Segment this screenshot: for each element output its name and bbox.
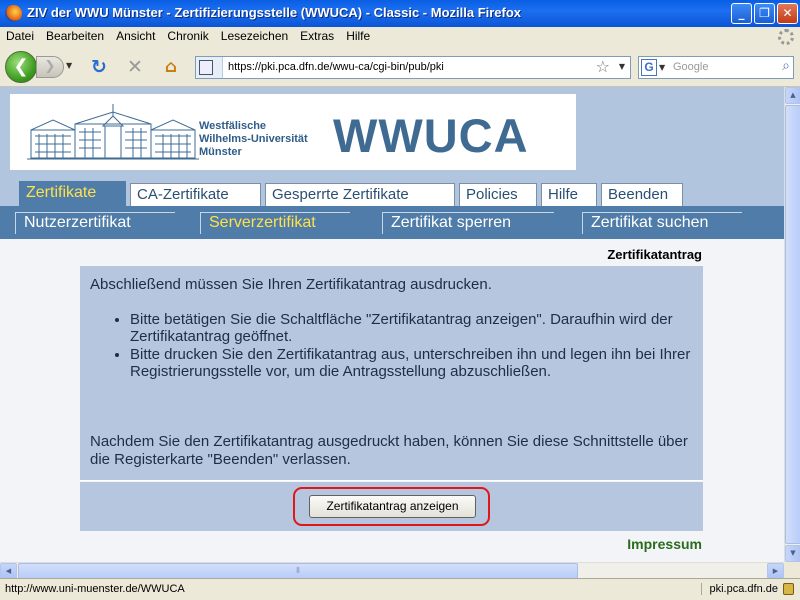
horizontal-scrollbar[interactable]: ◀ ⦀ ▶ — [0, 562, 784, 579]
stop-icon[interactable]: ✕ — [124, 56, 146, 78]
status-bar: http://www.uni-muenster.de/WWUCA pki.pca… — [0, 578, 800, 600]
tab-zertifikate[interactable]: Zertifikate — [19, 181, 126, 207]
outro-text: Nachdem Sie den Zertifikatantrag ausgedr… — [90, 433, 688, 468]
university-line-2: Wilhelms-Universität — [199, 133, 308, 145]
forward-button[interactable]: ❯ — [36, 56, 64, 78]
status-url: http://www.uni-muenster.de/WWUCA — [5, 583, 185, 595]
menu-bar: Datei Bearbeiten Ansicht Chronik Lesezeichen… — [0, 27, 800, 47]
list-item: Bitte betätigen Sie die Schaltfläche "Ze… — [130, 311, 695, 345]
castle-logo-icon — [27, 104, 199, 160]
impressum-link[interactable]: Impressum — [627, 536, 702, 552]
back-button[interactable]: ❮ — [5, 51, 37, 83]
lock-icon[interactable] — [783, 583, 794, 595]
step-list: Bitte betätigen Sie die Schaltfläche "Ze… — [110, 311, 695, 381]
close-button[interactable]: ✕ — [777, 3, 798, 24]
tab-hilfe[interactable]: Hilfe — [541, 183, 597, 206]
sub-navigation: Nutzerzertifikat Serverzertifikat Zertif… — [0, 206, 784, 239]
window-title: ZIV der WWU Münster - Zertifizierungsste… — [27, 5, 522, 20]
home-icon[interactable]: ⌂ — [160, 56, 182, 78]
url-dropdown-icon[interactable]: ▼ — [619, 62, 625, 71]
subnav-zertifikat-sperren[interactable]: Zertifikat sperren — [382, 212, 554, 234]
page-content: Westfälische Wilhelms-Universität Münste… — [0, 87, 784, 562]
scrollbar-corner — [784, 562, 800, 578]
university-line-3: Münster — [199, 146, 242, 158]
navigation-toolbar: ❮ ❯ ▼ ↻ ✕ ⌂ https://pki.pca.dfn.de/wwu-c… — [0, 47, 800, 87]
scroll-right-icon[interactable]: ▶ — [767, 563, 784, 579]
minimize-button[interactable]: _ — [731, 3, 752, 24]
search-bar[interactable]: G ▼ Google ⌕ — [638, 56, 794, 79]
subnav-nutzerzertifikat[interactable]: Nutzerzertifikat — [15, 212, 175, 234]
reload-icon[interactable]: ↻ — [88, 56, 110, 78]
status-host: pki.pca.dfn.de — [700, 583, 778, 595]
page-icon — [199, 60, 213, 75]
throbber-icon — [778, 29, 794, 45]
menu-extras[interactable]: Extras — [294, 27, 340, 43]
menu-datei[interactable]: Datei — [0, 27, 40, 43]
tab-policies[interactable]: Policies — [459, 183, 537, 206]
main-area: Zertifikatantrag Abschließend müssen Sie… — [0, 239, 784, 562]
section-title: Zertifikatantrag — [607, 247, 702, 262]
maximize-button[interactable]: ❐ — [754, 3, 775, 24]
menu-hilfe[interactable]: Hilfe — [340, 27, 376, 43]
button-box: Zertifikatantrag anzeigen — [80, 482, 703, 531]
search-icon[interactable]: ⌕ — [782, 58, 790, 74]
vertical-scrollbar[interactable]: ▲ ▼ — [784, 87, 800, 562]
subnav-zertifikat-suchen[interactable]: Zertifikat suchen — [582, 212, 742, 234]
menu-bearbeiten[interactable]: Bearbeiten — [40, 27, 110, 43]
vertical-scroll-thumb[interactable] — [785, 105, 800, 544]
tab-beenden[interactable]: Beenden — [601, 183, 683, 206]
firefox-icon — [5, 5, 22, 22]
list-item: Bitte drucken Sie den Zertifikatantrag a… — [130, 346, 695, 380]
search-input[interactable]: Google — [673, 61, 708, 73]
arrow-left-icon: ❮ — [13, 56, 29, 77]
horizontal-scroll-thumb[interactable]: ⦀ — [18, 563, 578, 579]
university-name: Westfälische Wilhelms-Universität Münste… — [199, 120, 308, 159]
tab-ca-zertifikate[interactable]: CA-Zertifikate — [130, 183, 261, 206]
menu-chronik[interactable]: Chronik — [161, 27, 214, 43]
scroll-left-icon[interactable]: ◀ — [0, 563, 17, 579]
show-certificate-request-button[interactable]: Zertifikatantrag anzeigen — [309, 495, 476, 518]
site-identity-button[interactable] — [196, 57, 223, 78]
history-dropdown-icon[interactable]: ▼ — [66, 61, 72, 70]
google-engine-icon[interactable]: G — [641, 59, 657, 76]
bookmark-star-icon[interactable]: ☆ — [596, 57, 610, 76]
scroll-up-icon[interactable]: ▲ — [785, 87, 800, 104]
url-bar[interactable]: https://pki.pca.dfn.de/wwu-ca/cgi-bin/pu… — [195, 56, 631, 79]
menu-lesezeichen[interactable]: Lesezeichen — [215, 27, 294, 43]
url-text: https://pki.pca.dfn.de/wwu-ca/cgi-bin/pu… — [228, 61, 444, 73]
menu-ansicht[interactable]: Ansicht — [110, 27, 161, 43]
brand-logo: WWUCA — [333, 109, 529, 162]
university-line-1: Westfälische — [199, 120, 267, 132]
title-bar: ZIV der WWU Münster - Zertifizierungsste… — [0, 0, 800, 27]
subnav-serverzertifikat[interactable]: Serverzertifikat — [200, 212, 350, 234]
engine-dropdown-icon[interactable]: ▼ — [659, 63, 665, 72]
arrow-right-icon: ❯ — [44, 59, 56, 74]
browser-window: ZIV der WWU Münster - Zertifizierungsste… — [0, 0, 800, 600]
intro-text: Abschließend müssen Sie Ihren Zertifikat… — [90, 276, 492, 293]
info-box: Abschließend müssen Sie Ihren Zertifikat… — [80, 266, 703, 481]
tab-gesperrte-zertifikate[interactable]: Gesperrte Zertifikate — [265, 183, 455, 206]
scroll-down-icon[interactable]: ▼ — [785, 545, 800, 562]
site-header: Westfälische Wilhelms-Universität Münste… — [10, 94, 576, 170]
